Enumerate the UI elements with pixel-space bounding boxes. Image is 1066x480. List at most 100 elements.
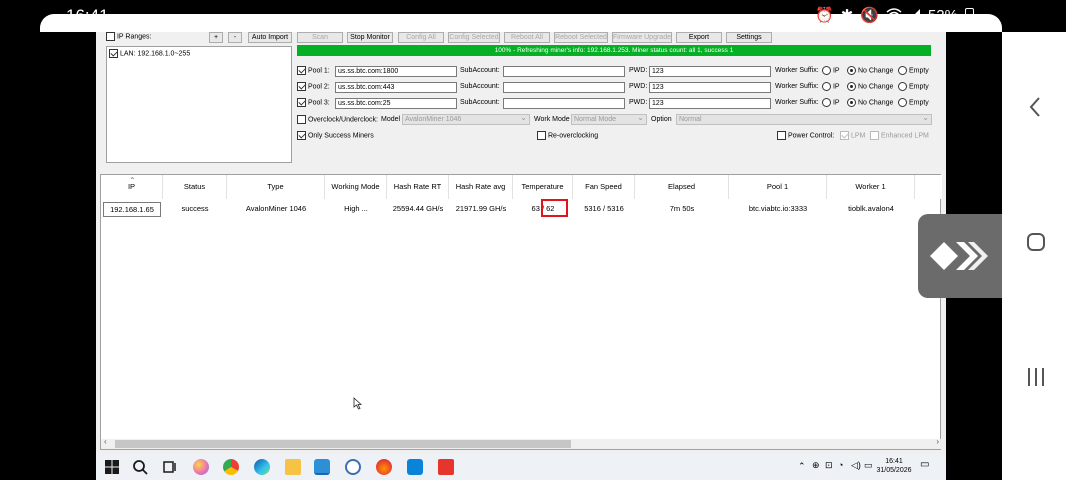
- recent-apps-icon[interactable]: [1024, 365, 1048, 389]
- pool-3-pwd-field[interactable]: 123: [649, 98, 771, 109]
- col-pool-1[interactable]: Pool 1: [729, 175, 827, 199]
- suffix-ip-label: IP: [832, 99, 840, 107]
- firefox-icon[interactable]: [376, 459, 392, 475]
- remove-range-button[interactable]: -: [228, 32, 242, 43]
- pool-3-checkbox[interactable]: Pool 3:: [297, 98, 330, 108]
- table-header: ⌃ IP Status Type Working Mode Hash Rate R…: [101, 175, 942, 199]
- reboot-all-button[interactable]: Reboot All: [504, 32, 550, 43]
- pool-3-subaccount-field[interactable]: [503, 98, 625, 109]
- temperature-highlight-box: [541, 199, 568, 217]
- pool-1-url-field[interactable]: us.ss.btc.com:1800: [335, 66, 457, 77]
- col-hash-rate-rt[interactable]: Hash Rate RT: [387, 175, 449, 199]
- lpm-checkbox[interactable]: LPM: [840, 131, 865, 141]
- add-range-button[interactable]: +: [209, 32, 223, 43]
- overclock-checkbox[interactable]: Overclock/Underclock:: [297, 115, 378, 125]
- enhanced-lpm-checkbox[interactable]: Enhanced LPM: [870, 131, 929, 141]
- power-control-checkbox[interactable]: Power Control:: [777, 131, 834, 141]
- reboot-selected-button[interactable]: Reboot Selected: [554, 32, 608, 43]
- col-type[interactable]: Type: [227, 175, 325, 199]
- tray-misc-icon[interactable]: ▭: [864, 461, 873, 470]
- scan-button[interactable]: Scan: [297, 32, 343, 43]
- lpm-label: LPM: [850, 132, 866, 140]
- pool-3-url-field[interactable]: us.ss.btc.com:25: [335, 98, 457, 109]
- col-elapsed[interactable]: Elapsed: [635, 175, 729, 199]
- pool-1-subaccount-field[interactable]: [503, 66, 625, 77]
- suffix-no-change-label: No Change: [857, 99, 894, 107]
- floating-remote-control-widget[interactable]: [918, 214, 1002, 298]
- pool-1-suffix-ip[interactable]: IP: [822, 66, 840, 76]
- pool-1-suffix-empty[interactable]: Empty: [898, 66, 929, 76]
- scrollbar-thumb[interactable]: [115, 440, 571, 448]
- scroll-right-icon[interactable]: ›: [936, 437, 939, 446]
- col-ip[interactable]: ⌃ IP: [101, 175, 163, 199]
- anydesk-icon[interactable]: [438, 459, 454, 475]
- pool-2-suffix-empty[interactable]: Empty: [898, 82, 929, 92]
- auto-import-button[interactable]: Auto Import: [248, 32, 292, 43]
- col-worker-1[interactable]: Worker 1: [827, 175, 915, 199]
- pool-2-url-field[interactable]: us.ss.btc.com:443: [335, 82, 457, 93]
- btc-tool-icon[interactable]: [314, 459, 330, 475]
- cell-ip[interactable]: 192.168.1.65: [103, 202, 161, 217]
- col-working-mode[interactable]: Working Mode: [325, 175, 387, 199]
- task-view-icon[interactable]: [162, 459, 178, 475]
- power-control-label: Power Control:: [787, 132, 835, 140]
- search-icon[interactable]: [132, 459, 148, 475]
- toolbar: IP Ranges: + - Auto Import Scan Stop Mon…: [96, 32, 946, 46]
- option-select[interactable]: Normal: [676, 113, 932, 125]
- work-mode-label: Work Mode: [534, 116, 570, 123]
- col-fan-speed[interactable]: Fan Speed: [573, 175, 635, 199]
- pool-1-suffix-no-change[interactable]: No Change: [847, 66, 893, 76]
- re-overclocking-checkbox[interactable]: Re-overclocking: [537, 131, 598, 141]
- scroll-left-icon[interactable]: ‹: [104, 437, 107, 446]
- config-selected-button[interactable]: Config Selected: [448, 32, 500, 43]
- only-success-checkbox[interactable]: Only Success Miners: [297, 131, 374, 141]
- pool-3-suffix-no-change[interactable]: No Change: [847, 98, 893, 108]
- firmware-upgrade-button[interactable]: Firmware Upgrade: [612, 32, 672, 43]
- remote-desktop-icon[interactable]: [407, 459, 423, 475]
- lan-range-item[interactable]: LAN: 192.168.1.0~255: [109, 49, 190, 59]
- work-mode-select[interactable]: Normal Mode: [571, 113, 647, 125]
- network-icon[interactable]: ⊡: [825, 461, 833, 470]
- pool-2-suffix-ip[interactable]: IP: [822, 82, 840, 92]
- config-all-button[interactable]: Config All: [398, 32, 444, 43]
- volume-icon[interactable]: ◁): [851, 461, 861, 470]
- settings-button[interactable]: Settings: [726, 32, 772, 43]
- pool-2-subaccount-field[interactable]: [503, 82, 625, 93]
- col-status[interactable]: Status: [163, 175, 227, 199]
- copilot-icon[interactable]: [193, 459, 209, 475]
- ip-ranges-checkbox[interactable]: IP Ranges:: [106, 32, 151, 42]
- suffix-no-change-label: No Change: [857, 67, 894, 75]
- miner-table[interactable]: ⌃ IP Status Type Working Mode Hash Rate R…: [100, 174, 942, 450]
- tray-chevron-icon[interactable]: ⌃: [798, 462, 806, 471]
- sort-caret-icon: ⌃: [129, 176, 136, 185]
- wifi-tray-icon[interactable]: ◔: [838, 461, 843, 470]
- file-explorer-icon[interactable]: [285, 459, 301, 475]
- horizontal-scrollbar[interactable]: ‹ ›: [101, 437, 942, 449]
- chrome-icon[interactable]: [223, 459, 239, 475]
- windows-start-icon[interactable]: [104, 459, 120, 475]
- pool-3-suffix-ip[interactable]: IP: [822, 98, 840, 108]
- tray-app-icon[interactable]: ⊕: [812, 461, 820, 470]
- pool-3-suffix-empty[interactable]: Empty: [898, 98, 929, 108]
- back-icon[interactable]: [1024, 95, 1048, 119]
- home-icon[interactable]: [1024, 230, 1048, 254]
- alarm-icon: ⏰: [815, 7, 834, 24]
- pool-2-pwd-field[interactable]: 123: [649, 82, 771, 93]
- export-button[interactable]: Export: [676, 32, 722, 43]
- ip-range-list[interactable]: LAN: 192.168.1.0~255: [106, 46, 292, 163]
- pool-2-suffix-no-change[interactable]: No Change: [847, 82, 893, 92]
- pool-3-pwd-label: PWD:: [629, 99, 648, 106]
- edge-icon[interactable]: [254, 459, 270, 475]
- notification-icon[interactable]: ▭: [920, 460, 929, 470]
- taskbar-clock[interactable]: 16:41 31/05/2026: [874, 457, 914, 475]
- col-temperature[interactable]: Temperature: [513, 175, 573, 199]
- pool-3-subaccount-label: SubAccount:: [460, 99, 500, 106]
- model-select[interactable]: AvalonMiner 1046: [402, 113, 530, 125]
- stop-monitor-button[interactable]: Stop Monitor: [347, 32, 393, 43]
- avalon-app-icon[interactable]: [345, 459, 361, 475]
- pool-1-checkbox[interactable]: Pool 1:: [297, 66, 330, 76]
- col-hash-rate-avg[interactable]: Hash Rate avg: [449, 175, 513, 199]
- pool-2-checkbox[interactable]: Pool 2:: [297, 82, 330, 92]
- left-black-bar: [0, 32, 96, 480]
- pool-1-pwd-field[interactable]: 123: [649, 66, 771, 77]
